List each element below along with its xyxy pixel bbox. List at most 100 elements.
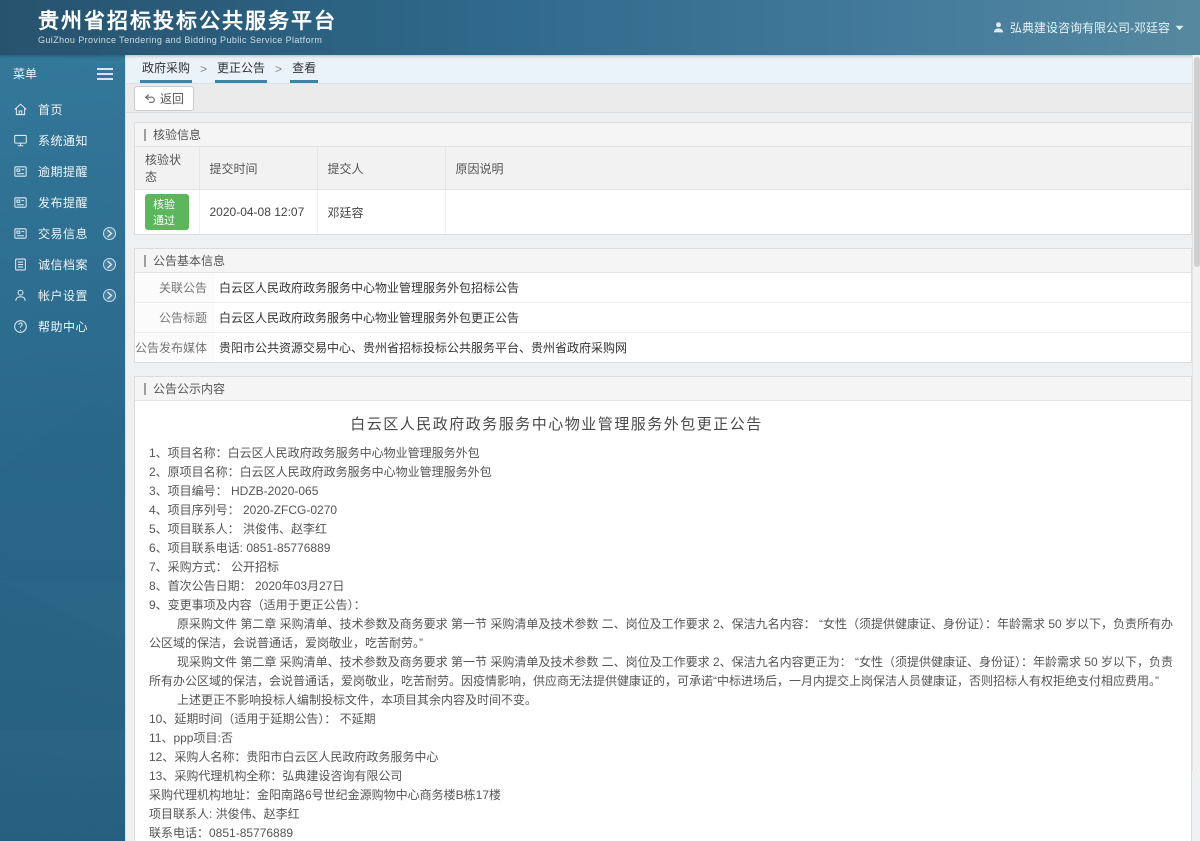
info-value: 白云区人民政府政务服务中心物业管理服务外包招标公告 (219, 281, 520, 295)
sidebar-item-label: 诚信档案 (38, 258, 89, 272)
user-name: 弘典建设咨询有限公司-邓廷容 (1010, 21, 1170, 35)
column-header-submit-time: 提交时间 (199, 147, 318, 190)
notice-paragraph: 7、采购方式： 公开招标 (149, 560, 280, 574)
notice-paragraph: 5、项目联系人： 洪俊伟、赵李红 (149, 522, 328, 536)
notice-body: 白云区人民政府政务服务中心物业管理服务外包更正公告 1、项目名称：白云区人民政府… (135, 401, 1191, 841)
hamburger-icon[interactable] (97, 67, 113, 80)
back-arrow-icon (144, 93, 155, 103)
notice-paragraph: 3、项目编号： HDZB-2020-065 (149, 484, 319, 498)
notice-paragraph: 联系电话：0851-85776889 (149, 826, 294, 840)
section-marker (144, 128, 146, 141)
column-header-reason: 原因说明 (445, 147, 1191, 190)
breadcrumb-item-correction-notice[interactable]: 更正公告 (215, 54, 268, 83)
notice-paragraph: 9、变更事项及内容（适用于更正公告）： (149, 598, 366, 612)
sidebar-menu-header: 菜单 (0, 55, 125, 94)
top-header: 贵州省招标投标公共服务平台 GuiZhou Province Tendering… (0, 0, 1200, 55)
section-marker (144, 382, 146, 395)
caret-down-icon (1175, 25, 1184, 30)
notice-paragraph: 1、项目名称：白云区人民政府政务服务中心物业管理服务外包 (149, 446, 480, 460)
sidebar-item-label: 逾期提醒 (38, 165, 89, 179)
cell-reason (445, 190, 1191, 235)
user-icon (15, 289, 26, 301)
info-row-related-notice: 关联公告 白云区人民政府政务服务中心物业管理服务外包招标公告 (135, 273, 1191, 303)
notice-paragraph: 上述更正不影响投标人编制投标文件，本项目其余内容及时间不变。 (177, 693, 538, 707)
info-label: 公告标题 (135, 303, 215, 332)
notice-paragraph: 项目联系人: 洪俊伟、赵李红 (149, 807, 300, 821)
folder-icon (14, 166, 27, 177)
cell-submit-time: 2020-04-08 12:07 (199, 189, 318, 234)
notice-content-panel-header: 公告公示内容 (135, 377, 1191, 401)
sidebar-item-home[interactable]: 首页 (0, 94, 125, 125)
sidebar-item-label: 帐户设置 (38, 289, 89, 303)
toolbar: 返回 (126, 84, 1200, 113)
notice-paragraph: 8、首次公告日期： 2020年03月27日 (149, 579, 345, 593)
breadcrumb-item-view[interactable]: 查看 (290, 54, 319, 83)
notice-paragraph: 4、项目序列号： 2020-ZFCG-0270 (149, 503, 338, 517)
notice-paragraph: 2、原项目名称：白云区人民政府政务服务中心物业管理服务外包 (149, 465, 492, 479)
breadcrumb-separator: > (275, 62, 283, 76)
verification-panel: 核验信息 核验状态 提交时间 提交人 原因说明 核验通过 2020-04-08 … (134, 122, 1192, 235)
notice-title: 白云区人民政府政务服务中心物业管理服务外包更正公告 (350, 416, 763, 433)
cell-status: 核验通过 (135, 189, 200, 234)
scrollbar[interactable] (1192, 55, 1200, 771)
expand-arrow-icon[interactable] (103, 227, 116, 240)
scrollbar-thumb[interactable] (1193, 57, 1200, 267)
user-menu[interactable]: 弘典建设咨询有限公司-邓廷容 (992, 19, 1184, 36)
info-value: 贵阳市公共资源交易中心、贵州省招标投标公共服务平台、贵州省政府采购网 (219, 341, 628, 355)
brand: 贵州省招标投标公共服务平台 GuiZhou Province Tendering… (38, 10, 337, 45)
sidebar-item-label: 交易信息 (38, 227, 89, 241)
breadcrumb-separator: > (200, 62, 208, 76)
folder-icon (14, 228, 27, 239)
sidebar-item-label: 首页 (38, 103, 64, 117)
home-icon (14, 103, 27, 116)
app-window: 贵州省招标投标公共服务平台 GuiZhou Province Tendering… (0, 0, 1200, 841)
info-label: 公告发布媒体 (135, 333, 215, 362)
expand-arrow-icon[interactable] (103, 289, 116, 302)
sidebar-item-label: 帮助中心 (38, 320, 89, 334)
notice-paragraph: 采购代理机构地址：金阳南路6号世纪金源购物中心商务楼B栋17楼 (149, 788, 502, 802)
column-header-submitter: 提交人 (317, 147, 446, 190)
menu-label: 菜单 (13, 67, 38, 81)
platform-subtitle: GuiZhou Province Tendering and Bidding P… (38, 35, 323, 46)
section-marker (144, 254, 146, 267)
notice-paragraph: 13、采购代理机构全称：弘典建设咨询有限公司 (149, 769, 403, 783)
basic-info-panel: 公告基本信息 关联公告 白云区人民政府政务服务中心物业管理服务外包招标公告 公告… (134, 248, 1192, 363)
breadcrumb-item-gov-procurement[interactable]: 政府采购 (140, 54, 193, 83)
sidebar-item-overdue-reminder[interactable]: 逾期提醒 (0, 156, 125, 187)
breadcrumb: 政府采购 > 更正公告 > 查看 (126, 55, 1200, 84)
column-header-status: 核验状态 (135, 147, 200, 190)
sidebar-item-system-notice[interactable]: 系统通知 (0, 125, 125, 156)
back-button[interactable]: 返回 (134, 85, 195, 111)
notice-paragraph: 现采购文件 第二章 采购清单、技术参数及商务要求 第一节 采购清单及技术参数 二… (149, 655, 1174, 688)
list-icon (15, 258, 26, 271)
verification-panel-header: 核验信息 (135, 123, 1191, 147)
folder-icon (14, 197, 27, 208)
section-title: 公告公示内容 (153, 382, 226, 396)
monitor-icon (14, 134, 27, 147)
sidebar-item-trade-info[interactable]: 交易信息 (0, 218, 125, 249)
question-icon (14, 320, 27, 333)
section-title: 核验信息 (153, 128, 202, 142)
expand-arrow-icon[interactable] (103, 258, 116, 271)
notice-paragraph: 12、采购人名称：贵阳市白云区人民政府政务服务中心 (149, 750, 439, 764)
sidebar-item-label: 发布提醒 (38, 196, 89, 210)
notice-content-panel: 公告公示内容 白云区人民政府政务服务中心物业管理服务外包更正公告 1、项目名称：… (134, 376, 1192, 841)
verification-table: 核验状态 提交时间 提交人 原因说明 核验通过 2020-04-08 12:07 (135, 147, 1191, 234)
info-value: 白云区人民政府政务服务中心物业管理服务外包更正公告 (219, 311, 520, 325)
back-button-label: 返回 (160, 91, 185, 106)
platform-title: 贵州省招标投标公共服务平台 (38, 9, 337, 33)
sidebar-item-help-center[interactable]: 帮助中心 (0, 311, 125, 342)
content-area: 核验信息 核验状态 提交时间 提交人 原因说明 核验通过 2020-04-08 … (126, 113, 1200, 841)
user-icon (993, 22, 1004, 33)
sidebar-item-integrity-archive[interactable]: 诚信档案 (0, 249, 125, 280)
sidebar-item-publish-reminder[interactable]: 发布提醒 (0, 187, 125, 218)
cell-submitter: 邓廷容 (317, 189, 446, 234)
table-header-row: 核验状态 提交时间 提交人 原因说明 (135, 147, 1191, 190)
sidebar-item-label: 系统通知 (38, 134, 89, 148)
sidebar: 菜单 首页 系统通知 逾期提醒 发布提醒 交易信息 诚信档案 帐户设置 帮助中心 (0, 55, 125, 841)
basic-info-panel-header: 公告基本信息 (135, 249, 1191, 273)
info-row-notice-title: 公告标题 白云区人民政府政务服务中心物业管理服务外包更正公告 (135, 303, 1191, 333)
sidebar-item-account-settings[interactable]: 帐户设置 (0, 280, 125, 311)
section-title: 公告基本信息 (153, 254, 226, 268)
main-content: 政府采购 > 更正公告 > 查看 返回 核验信息 核验状态 提交时间 提交人 原… (125, 55, 1200, 841)
